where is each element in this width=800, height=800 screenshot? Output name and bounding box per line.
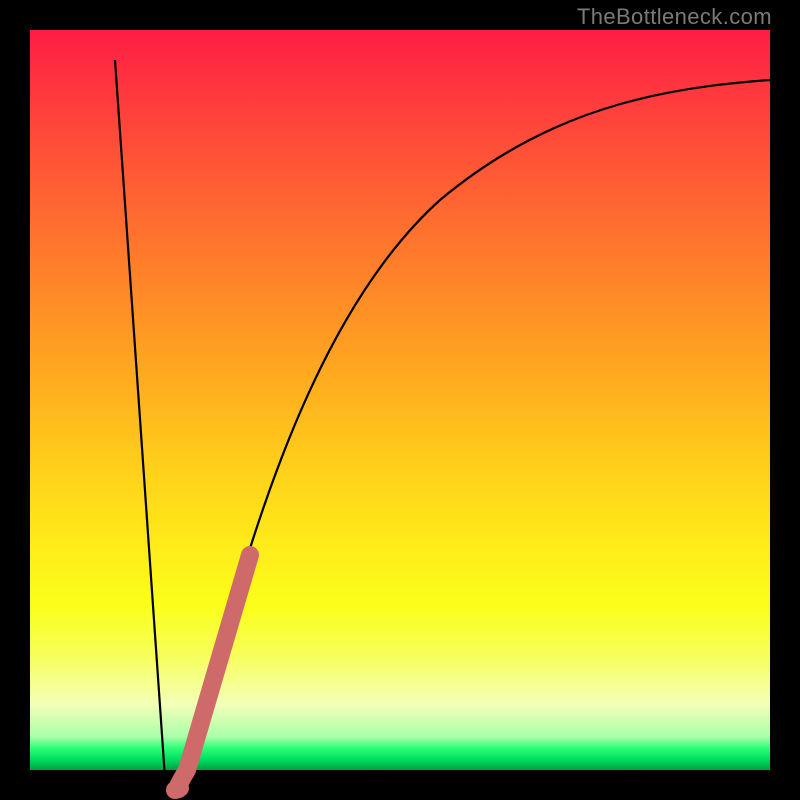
bottleneck-curve-plot [60, 60, 800, 800]
watermark-text: TheBottleneck.com [577, 4, 772, 30]
highlight-segment [177, 555, 250, 790]
highlight-dot [166, 781, 184, 799]
chart-area [0, 0, 800, 800]
